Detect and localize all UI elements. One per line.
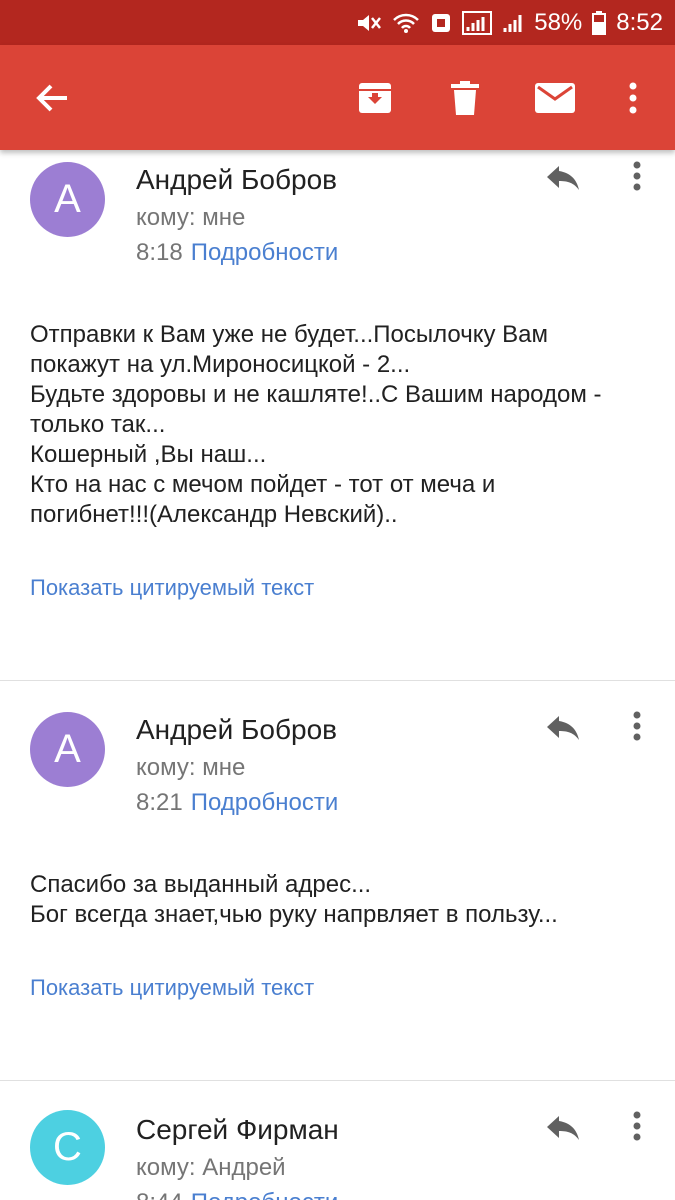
recipient-line: кому: Андрей	[136, 1154, 286, 1181]
avatar[interactable]: А	[30, 712, 105, 787]
more-vert-icon	[633, 711, 641, 746]
more-options-button[interactable]	[598, 45, 668, 150]
divider	[0, 680, 675, 681]
nfc-icon	[430, 12, 452, 34]
body-line: Будьте здоровы и не кашляте!..С Вашим на…	[30, 381, 602, 408]
mark-unread-button[interactable]	[520, 45, 590, 150]
body-line: Спасибо за выданный адрес...	[30, 871, 372, 898]
status-time: 8:52	[616, 8, 663, 36]
message-more-button[interactable]	[622, 156, 652, 200]
body-line: погибнет!!!(Александр Невский)..	[30, 501, 398, 528]
body-line: Кто на нас с мечом пойдет - тот от меча …	[30, 471, 496, 498]
body-line: только так...	[30, 411, 166, 438]
message-more-button[interactable]	[622, 1106, 652, 1150]
status-bar: 58% 8:52	[0, 0, 675, 45]
sender-name: Андрей Бобров	[136, 164, 338, 195]
signal-icon	[502, 12, 524, 34]
battery-percent: 58%	[534, 8, 583, 36]
app-bar	[0, 45, 675, 150]
lte-signal-icon	[462, 10, 493, 35]
sender-name: Андрей Бобров	[136, 714, 338, 745]
recipient-line: кому: мне	[136, 204, 246, 231]
trash-icon	[451, 80, 479, 115]
message-time: 8:21	[136, 789, 183, 816]
show-quoted-text-link[interactable]: Показать цитируемый текст	[30, 575, 314, 601]
message-time: 8:44	[136, 1189, 183, 1200]
message-meta: 8:44 Подробности	[136, 1189, 338, 1200]
reply-icon	[545, 164, 581, 197]
more-vert-icon	[628, 82, 638, 114]
message-body: Спасибо за выданный адрес... Бог всегда …	[30, 870, 660, 930]
body-line: покажут на ул.Мироносицкой - 2...	[30, 351, 411, 378]
reply-button[interactable]	[540, 160, 586, 200]
avatar[interactable]: С	[30, 1110, 105, 1185]
details-link[interactable]: Подробности	[191, 1189, 339, 1200]
mail-icon	[535, 82, 575, 113]
reply-icon	[545, 714, 581, 747]
status-icons: 58% 8:52	[356, 0, 663, 45]
more-vert-icon	[633, 161, 641, 196]
sender-name: Сергей Фирман	[136, 1114, 339, 1145]
message-meta: 8:21 Подробности	[136, 789, 338, 817]
mute-icon	[356, 12, 382, 34]
delete-button[interactable]	[430, 45, 500, 150]
reply-icon	[545, 1114, 581, 1147]
reply-button[interactable]	[540, 1110, 586, 1150]
message-more-button[interactable]	[622, 706, 652, 750]
show-quoted-text-link[interactable]: Показать цитируемый текст	[30, 975, 314, 1001]
body-line: Кошерный ,Вы наш...	[30, 441, 267, 468]
battery-icon	[592, 10, 607, 35]
body-line: Бог всегда знает,чью руку напрвляет в по…	[30, 901, 558, 928]
wifi-icon	[392, 12, 420, 34]
details-link[interactable]: Подробности	[191, 789, 339, 816]
message-time: 8:18	[136, 239, 183, 266]
arrow-back-icon	[35, 83, 69, 113]
more-vert-icon	[633, 1111, 641, 1146]
recipient-line: кому: мне	[136, 754, 246, 781]
conversation-thread: А Андрей Бобров кому: мне 8:18 Подробност…	[0, 150, 675, 1200]
divider	[0, 1080, 675, 1081]
body-line: Отправки к Вам уже не будет...Посылочку …	[30, 321, 549, 348]
details-link[interactable]: Подробности	[191, 239, 339, 266]
archive-button[interactable]	[340, 45, 410, 150]
message-meta: 8:18 Подробности	[136, 239, 338, 267]
message-body: Отправки к Вам уже не будет...Посылочку …	[30, 320, 660, 530]
reply-button[interactable]	[540, 710, 586, 750]
back-button[interactable]	[17, 45, 87, 150]
avatar[interactable]: А	[30, 162, 105, 237]
archive-icon	[357, 81, 393, 115]
